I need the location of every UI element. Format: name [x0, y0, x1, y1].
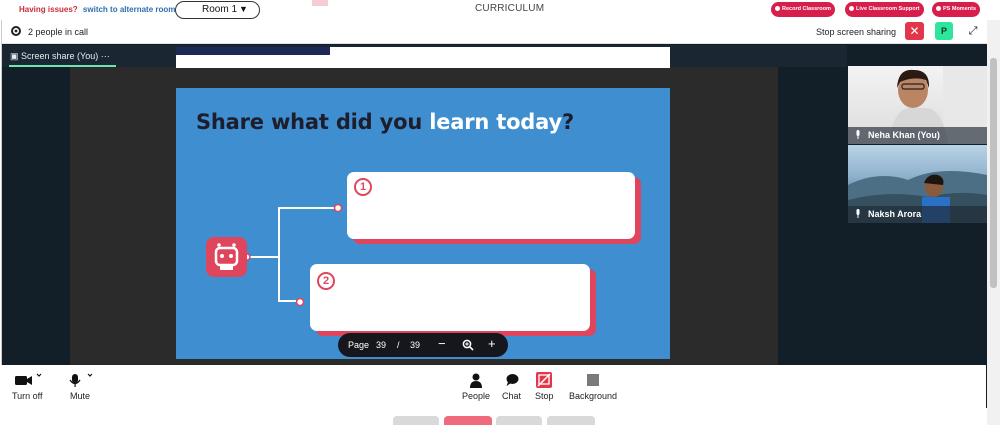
background-icon [587, 374, 600, 386]
zoom-magnifier-icon[interactable] [462, 339, 474, 351]
ps-moments-button[interactable]: PS Moments [932, 2, 981, 17]
stop-sharing-label: Stop screen sharing [816, 27, 897, 37]
document-header-band [176, 47, 330, 55]
vertical-scrollbar[interactable] [987, 20, 1000, 425]
background-button[interactable]: Background [569, 372, 617, 401]
classroom-app: Having issues? switch to alternate room … [0, 0, 1000, 425]
microphone-icon [856, 130, 860, 139]
page-label: Page [348, 340, 370, 350]
page-zoom-controls: Page 39 / 39 − + [338, 333, 508, 357]
participant-name: Naksh Arora [868, 209, 922, 219]
expand-icon[interactable]: ⤢ [964, 22, 982, 40]
presenter-badge[interactable]: P [935, 22, 953, 40]
call-controls-bar [0, 365, 986, 408]
zoom-out-button[interactable]: − [438, 336, 446, 351]
microphone-icon [856, 209, 860, 218]
call-header: 2 people in call Stop screen sharing ✕ P… [2, 20, 988, 44]
taskbar-item[interactable] [393, 416, 439, 425]
stop-sharing-button[interactable]: ✕ [905, 22, 924, 40]
people-count: 2 people in call [28, 27, 89, 37]
caret-down-icon: ▼ [239, 4, 248, 14]
people-button[interactable]: People [462, 372, 490, 401]
participant-name: Neha Khan (You) [868, 130, 940, 140]
taskbar-item-active[interactable] [444, 416, 492, 425]
screen-icon: ▣ [10, 51, 19, 61]
presentation-slide: Share what did you learn today? 1 2 [176, 88, 670, 359]
issue-notice: Having issues? switch to alternate room [19, 5, 175, 14]
live-support-button[interactable]: Live Classroom Support [845, 2, 924, 17]
answer-card: 1 [347, 172, 635, 239]
microphone-icon [69, 373, 93, 387]
page-separator: / [397, 340, 400, 350]
stop-share-icon [536, 372, 553, 388]
gear-icon[interactable] [10, 25, 22, 37]
answer-card: 2 [310, 264, 590, 331]
document-top-strip [176, 47, 670, 68]
top-bar: Having issues? switch to alternate room … [0, 0, 1000, 20]
participant-tile[interactable]: Neha Khan (You) [848, 66, 987, 144]
chat-button[interactable]: Chat [502, 372, 521, 401]
robot-icon [206, 237, 247, 277]
decorative-mark [312, 0, 328, 6]
zoom-in-button[interactable]: + [488, 336, 496, 351]
chat-bubble-icon [506, 374, 518, 386]
room-select-value: Room 1 [202, 4, 238, 15]
moments-dot-icon [936, 6, 941, 11]
taskbar-item[interactable] [496, 416, 542, 425]
scrollbar-thumb[interactable] [990, 58, 997, 288]
page-title: CURRICULUM [475, 3, 545, 14]
total-pages: 39 [410, 340, 421, 350]
screen-share-tab-label: ▣ Screen share (You) ··· [10, 51, 110, 61]
record-dot-icon [775, 6, 780, 11]
card-number: 2 [317, 272, 335, 290]
record-classroom-button[interactable]: Record Classroom [771, 2, 835, 17]
support-dot-icon [849, 6, 854, 11]
stop-sharing-control[interactable]: Stop [535, 372, 554, 401]
mute-button[interactable]: Mute [65, 372, 95, 401]
room-select[interactable]: Room 1 ▼ [175, 1, 260, 19]
participant-tile[interactable]: Naksh Arora [848, 145, 987, 223]
camera-toggle-button[interactable]: Turn off [12, 372, 43, 401]
alternate-room-link[interactable]: switch to alternate room [83, 5, 175, 14]
issue-text: Having issues? [19, 5, 78, 14]
taskbar-item[interactable] [547, 416, 595, 425]
video-camera-icon [15, 373, 42, 385]
person-icon [470, 373, 483, 388]
more-options-icon[interactable]: ··· [101, 51, 110, 61]
card-number: 1 [354, 178, 372, 196]
current-page-input[interactable]: 39 [376, 340, 386, 350]
